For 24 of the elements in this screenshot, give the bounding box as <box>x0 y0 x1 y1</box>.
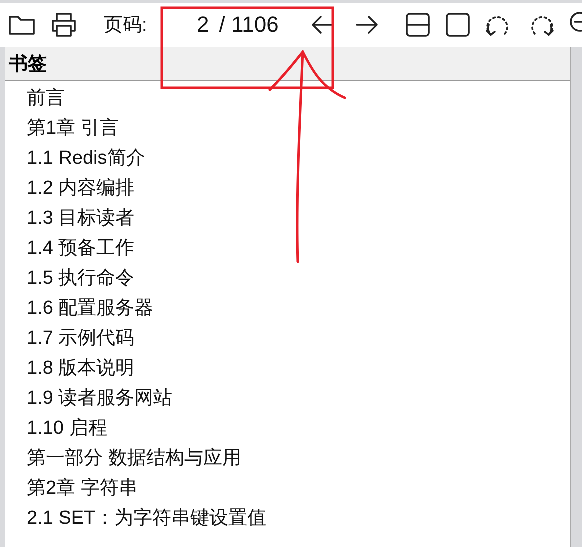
bookmark-item[interactable]: 1.6 配置服务器 <box>27 294 154 324</box>
page-label: 页码: <box>104 14 148 38</box>
bookmark-item[interactable]: 1.5 执行命令 <box>27 264 135 294</box>
single-page-icon[interactable] <box>445 12 472 38</box>
page-total: / 1106 <box>219 12 279 38</box>
bookmark-item[interactable]: 1.1 Redis简介 <box>27 144 146 174</box>
bookmark-item[interactable]: 2.1 SET：为字符串键设置值 <box>27 504 267 534</box>
bookmark-item[interactable]: 第2章 字符串 <box>27 474 138 504</box>
bookmark-item[interactable]: 第一部分 数据结构与应用 <box>27 444 242 474</box>
bookmark-item[interactable]: 1.10 启程 <box>27 414 108 444</box>
bookmark-item[interactable]: 第1章 引言 <box>27 114 119 144</box>
bookmark-item[interactable]: 前言 <box>27 84 65 114</box>
panel-title: 书签 <box>9 52 47 76</box>
bookmark-item[interactable]: 1.3 目标读者 <box>27 204 135 234</box>
split-view-icon[interactable] <box>405 12 432 38</box>
bookmark-item[interactable]: 1.2 内容编排 <box>27 174 135 204</box>
bookmark-item[interactable]: 1.7 示例代码 <box>27 324 135 354</box>
bookmark-item[interactable]: 1.9 读者服务网站 <box>27 384 173 414</box>
printer-icon[interactable] <box>50 12 78 38</box>
page-number-field[interactable]: 2 <box>157 12 210 38</box>
forward-arrow-icon[interactable] <box>355 15 380 35</box>
folder-icon[interactable] <box>8 13 36 37</box>
bookmark-item[interactable]: 1.4 预备工作 <box>27 234 135 264</box>
bookmark-item[interactable]: 1.8 版本说明 <box>27 354 135 384</box>
